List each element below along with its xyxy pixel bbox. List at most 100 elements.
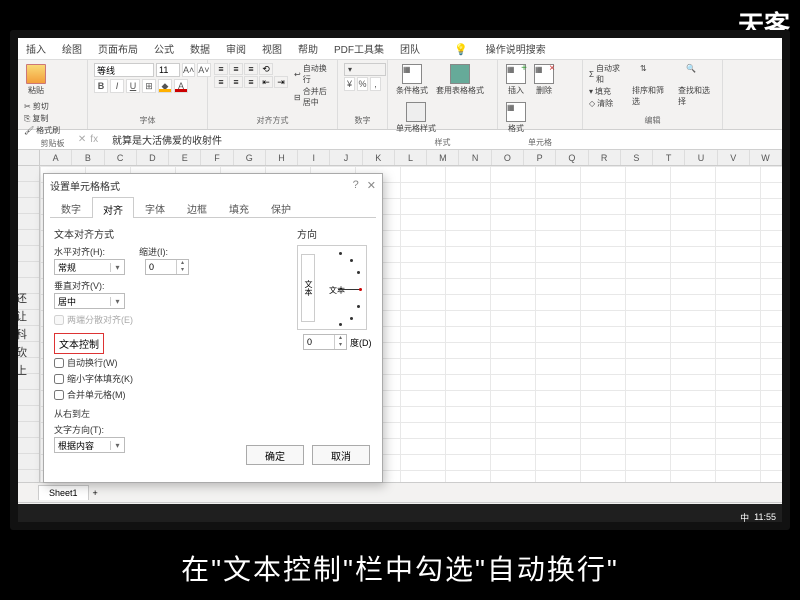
font-color-button[interactable]: A	[174, 79, 188, 93]
ribbon-tab-layout[interactable]: 页面布局	[90, 41, 146, 56]
fill-button[interactable]: ▾填充	[589, 86, 624, 97]
format-table-button[interactable]: 套用表格格式	[434, 63, 486, 97]
comma-button[interactable]: ,	[370, 77, 381, 91]
fx-icon[interactable]: fx	[90, 134, 98, 145]
wrap-text-button[interactable]: ↩自动换行	[294, 63, 331, 85]
column-header[interactable]: U	[685, 150, 717, 165]
row-header[interactable]	[18, 246, 39, 262]
ribbon-tab-data[interactable]: 数据	[182, 41, 218, 56]
paste-button[interactable]: 粘贴	[24, 63, 48, 97]
spin-up-icon[interactable]: ▴	[335, 335, 346, 342]
cancel-formula-icon[interactable]: ✕	[78, 134, 86, 145]
grow-font-button[interactable]: A˄	[182, 63, 195, 77]
align-top-button[interactable]: ≡	[214, 63, 228, 75]
ribbon-tab-team[interactable]: 团队	[392, 41, 428, 56]
row-header[interactable]	[18, 182, 39, 198]
merge-center-button[interactable]: ⊟合并后居中	[294, 86, 331, 108]
dialog-tab-font[interactable]: 字体	[134, 196, 176, 217]
underline-button[interactable]: U	[126, 79, 140, 93]
increase-indent-button[interactable]: ⇥	[274, 76, 288, 88]
degree-spinner[interactable]: ▴▾	[303, 334, 347, 350]
column-header[interactable]: K	[363, 150, 395, 165]
row-header[interactable]	[18, 166, 39, 182]
delete-cells-button[interactable]: ▦×删除	[532, 63, 556, 97]
number-format-dropdown[interactable]: ▾	[344, 63, 386, 76]
align-right-button[interactable]: ≡	[244, 76, 258, 88]
column-header[interactable]: B	[72, 150, 104, 165]
dialog-close-button[interactable]: ✕	[367, 179, 376, 192]
wrap-text-checkbox[interactable]	[54, 358, 64, 368]
column-header[interactable]: L	[395, 150, 427, 165]
border-button[interactable]: ⊞	[142, 79, 156, 93]
align-middle-button[interactable]: ≡	[229, 63, 243, 75]
column-header[interactable]: N	[459, 150, 491, 165]
row-header[interactable]	[18, 438, 39, 454]
spin-down-icon[interactable]: ▾	[335, 342, 346, 349]
column-header[interactable]: T	[653, 150, 685, 165]
column-header[interactable]: W	[750, 150, 782, 165]
ribbon-tab-review[interactable]: 审阅	[218, 41, 254, 56]
format-painter-button[interactable]: 🖌格式刷	[24, 125, 60, 136]
row-header[interactable]	[18, 390, 39, 406]
column-header[interactable]: M	[427, 150, 459, 165]
vertical-align-combo[interactable]: ▾	[54, 293, 125, 309]
sort-filter-button[interactable]: ⇅排序和筛选	[630, 63, 670, 109]
ribbon-tab-view[interactable]: 视图	[254, 41, 290, 56]
font-name-input[interactable]	[94, 63, 154, 77]
cut-button[interactable]: ✂剪切	[24, 101, 60, 112]
row-header[interactable]	[18, 422, 39, 438]
dialog-tab-border[interactable]: 边框	[176, 196, 218, 217]
bold-button[interactable]: B	[94, 79, 108, 93]
column-header[interactable]: G	[234, 150, 266, 165]
ribbon-tab-formulas[interactable]: 公式	[146, 41, 182, 56]
column-header[interactable]: C	[105, 150, 137, 165]
indent-spinner[interactable]: ▴▾	[145, 259, 189, 275]
row-header[interactable]	[18, 454, 39, 470]
column-header[interactable]: F	[201, 150, 233, 165]
formula-input[interactable]: 就算是大活佛爱的收射件	[108, 132, 782, 147]
column-header[interactable]: Q	[556, 150, 588, 165]
dialog-tab-number[interactable]: 数字	[50, 196, 92, 217]
clear-button[interactable]: ◇清除	[589, 98, 624, 109]
italic-button[interactable]: I	[110, 79, 124, 93]
decrease-indent-button[interactable]: ⇤	[259, 76, 273, 88]
percent-button[interactable]: %	[357, 77, 368, 91]
select-all-corner[interactable]	[18, 150, 40, 166]
orientation-dial[interactable]: 文本	[320, 251, 362, 326]
horizontal-align-combo[interactable]: ▾	[54, 259, 125, 275]
column-header[interactable]: A	[40, 150, 72, 165]
font-size-input[interactable]	[156, 63, 180, 77]
spin-down-icon[interactable]: ▾	[177, 267, 188, 274]
dialog-tab-fill[interactable]: 填充	[218, 196, 260, 217]
spin-up-icon[interactable]: ▴	[177, 260, 188, 267]
currency-button[interactable]: ¥	[344, 77, 355, 91]
merge-cells-checkbox[interactable]	[54, 390, 64, 400]
autosum-button[interactable]: Σ自动求和	[589, 63, 624, 85]
align-left-button[interactable]: ≡	[214, 76, 228, 88]
column-header[interactable]: V	[718, 150, 750, 165]
find-select-button[interactable]: 🔍查找和选择	[676, 63, 716, 109]
conditional-format-button[interactable]: ▦条件格式	[394, 63, 430, 97]
ribbon-tab-pdf[interactable]: PDF工具集	[326, 41, 392, 56]
column-header[interactable]: P	[524, 150, 556, 165]
ime-indicator[interactable]: 中	[740, 511, 749, 524]
row-header[interactable]	[18, 198, 39, 214]
row-header[interactable]	[18, 214, 39, 230]
column-headers[interactable]: ABCDEFGHIJKLMNOPQRSTUVW	[40, 150, 782, 166]
dialog-help-button[interactable]: ?	[353, 179, 359, 192]
vertical-text-button[interactable]: 文本	[301, 254, 315, 322]
column-header[interactable]: I	[298, 150, 330, 165]
column-header[interactable]: R	[589, 150, 621, 165]
shrink-fit-checkbox[interactable]	[54, 374, 64, 384]
ribbon-tab-insert[interactable]: 插入	[18, 41, 54, 56]
ok-button[interactable]: 确定	[246, 445, 304, 465]
insert-cells-button[interactable]: ▦+插入	[504, 63, 528, 97]
column-header[interactable]: D	[137, 150, 169, 165]
row-header[interactable]	[18, 406, 39, 422]
row-header[interactable]	[18, 262, 39, 278]
orientation-button[interactable]: ⟲	[259, 63, 273, 75]
dialog-tab-alignment[interactable]: 对齐	[92, 197, 134, 218]
format-cells-button[interactable]: ▦格式	[504, 101, 528, 135]
fill-color-button[interactable]: ◆	[158, 79, 172, 93]
new-sheet-button[interactable]: +	[93, 488, 98, 498]
